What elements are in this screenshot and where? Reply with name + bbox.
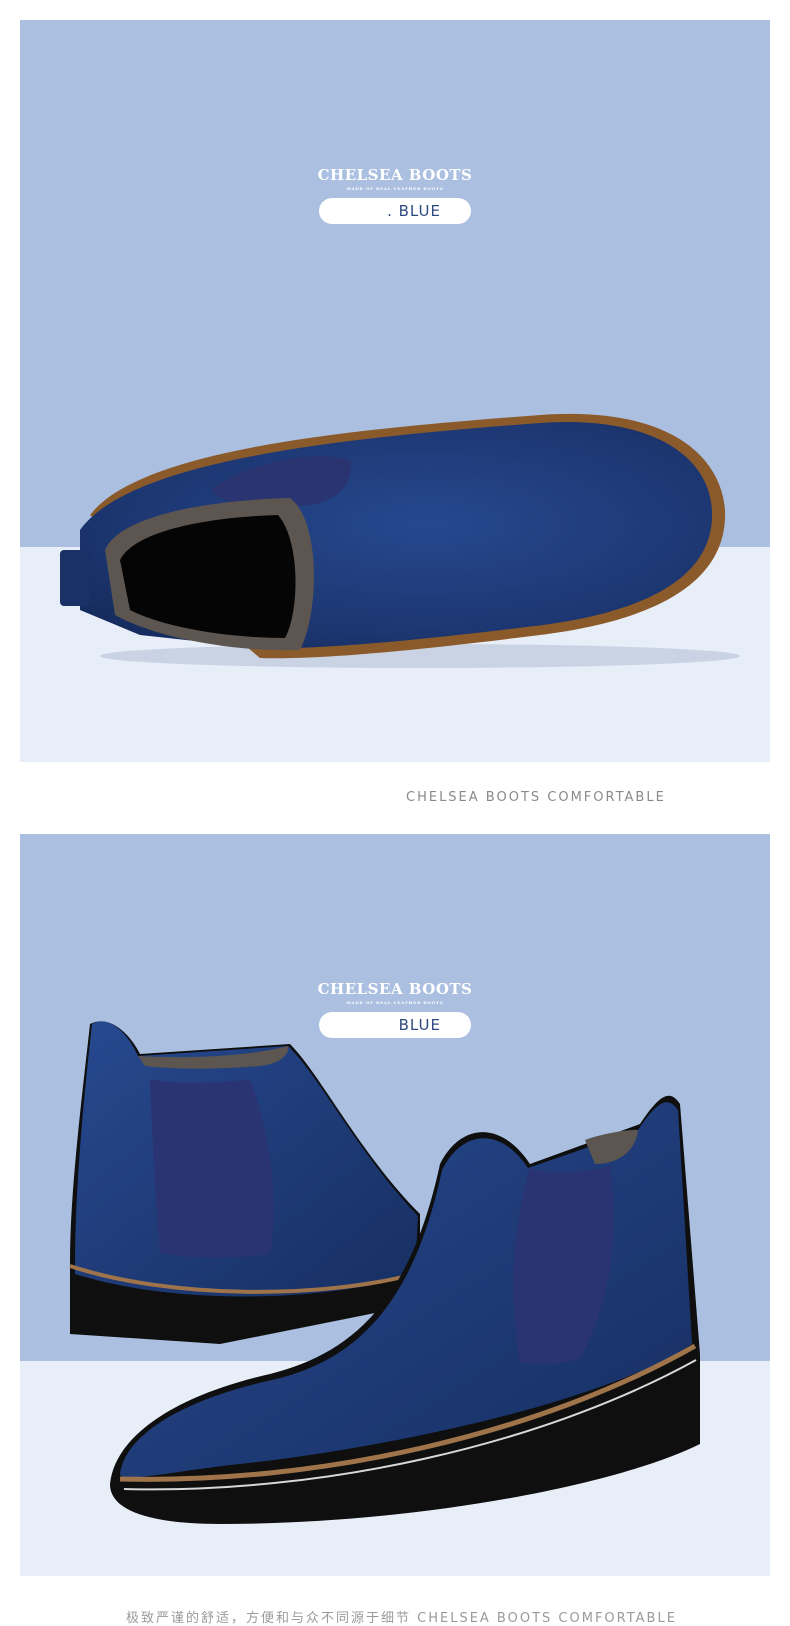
section-caption-cut-off: 极致严谨的舒适，方便和与众不同源于细节 CHELSEA BOOTS COMFOR…: [126, 1611, 677, 1626]
product-image-top: CHELSEA BOOTS MADE OF REAL LEATHER BOOTS…: [20, 20, 770, 762]
brand-subtitle: MADE OF REAL LEATHER BOOTS: [346, 1000, 444, 1005]
brand-subtitle: MADE OF REAL LEATHER BOOTS: [346, 186, 444, 191]
color-label: BLUE: [319, 1012, 471, 1038]
boot-pair-side-view-image: [69, 1021, 700, 1524]
color-label: . BLUE: [319, 198, 471, 224]
product-image-bottom: CHELSEA BOOTS MADE OF REAL LEATHER BOOTS…: [20, 834, 770, 1576]
section-caption: CHELSEA BOOTS COMFORTABLE: [406, 790, 666, 805]
brand-title: CHELSEA BOOTS: [317, 166, 473, 184]
brand-title: CHELSEA BOOTS: [317, 980, 473, 998]
boot-top-view-image: [60, 413, 740, 668]
